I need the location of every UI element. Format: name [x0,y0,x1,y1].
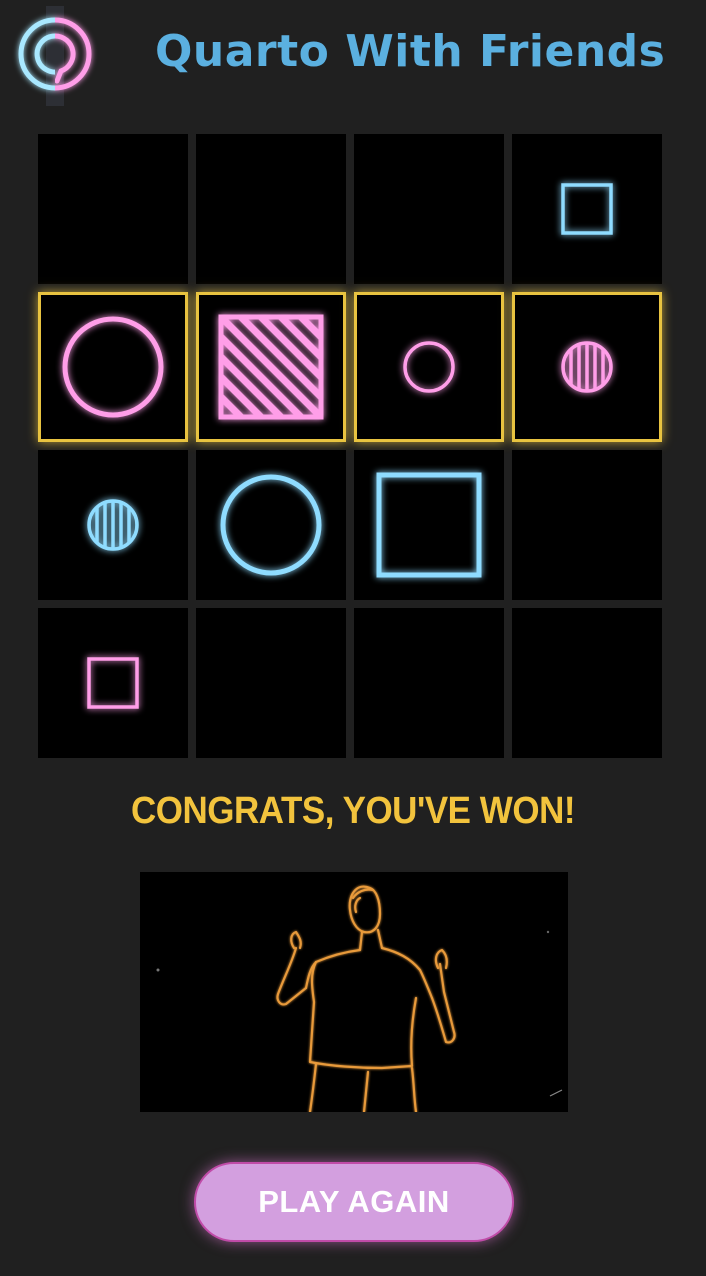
board-cell[interactable] [512,134,662,284]
app-title: Quarto With Friends [155,26,666,77]
neon-chat-bubble-logo-icon[interactable] [10,6,100,106]
board-cell[interactable] [196,450,346,600]
pink-small-striped-circle-piece [561,341,613,393]
board-cell[interactable] [354,450,504,600]
board-cell[interactable] [354,608,504,758]
board-cell[interactable] [38,450,188,600]
board-cell[interactable] [38,134,188,284]
board-cell[interactable] [196,134,346,284]
pink-small-hollow-circle-piece [403,341,455,393]
blue-large-hollow-square-piece [376,472,482,578]
play-again-button[interactable]: PLAY AGAIN [194,1162,514,1242]
game-board [38,134,662,758]
board-cell[interactable] [38,608,188,758]
blue-large-hollow-circle-piece [220,474,322,576]
board-cell[interactable] [354,134,504,284]
dancing-person-drawing-icon [156,885,563,1112]
celebration-animation [140,872,568,1112]
app-header: Quarto With Friends [0,0,706,115]
pink-large-hollow-circle-piece [62,316,164,418]
blue-small-striped-circle-piece [87,499,139,551]
win-message: CONGRATS, YOU'VE WON! [130,790,576,832]
board-cell[interactable] [38,292,188,442]
board-cell[interactable] [196,608,346,758]
board-cell[interactable] [512,450,662,600]
board-cell[interactable] [196,292,346,442]
pink-small-hollow-square-piece [87,657,139,709]
pink-large-striped-square-piece [218,314,324,420]
board-cell[interactable] [512,608,662,758]
board-cell[interactable] [354,292,504,442]
board-cell[interactable] [512,292,662,442]
blue-small-hollow-square-piece [561,183,613,235]
